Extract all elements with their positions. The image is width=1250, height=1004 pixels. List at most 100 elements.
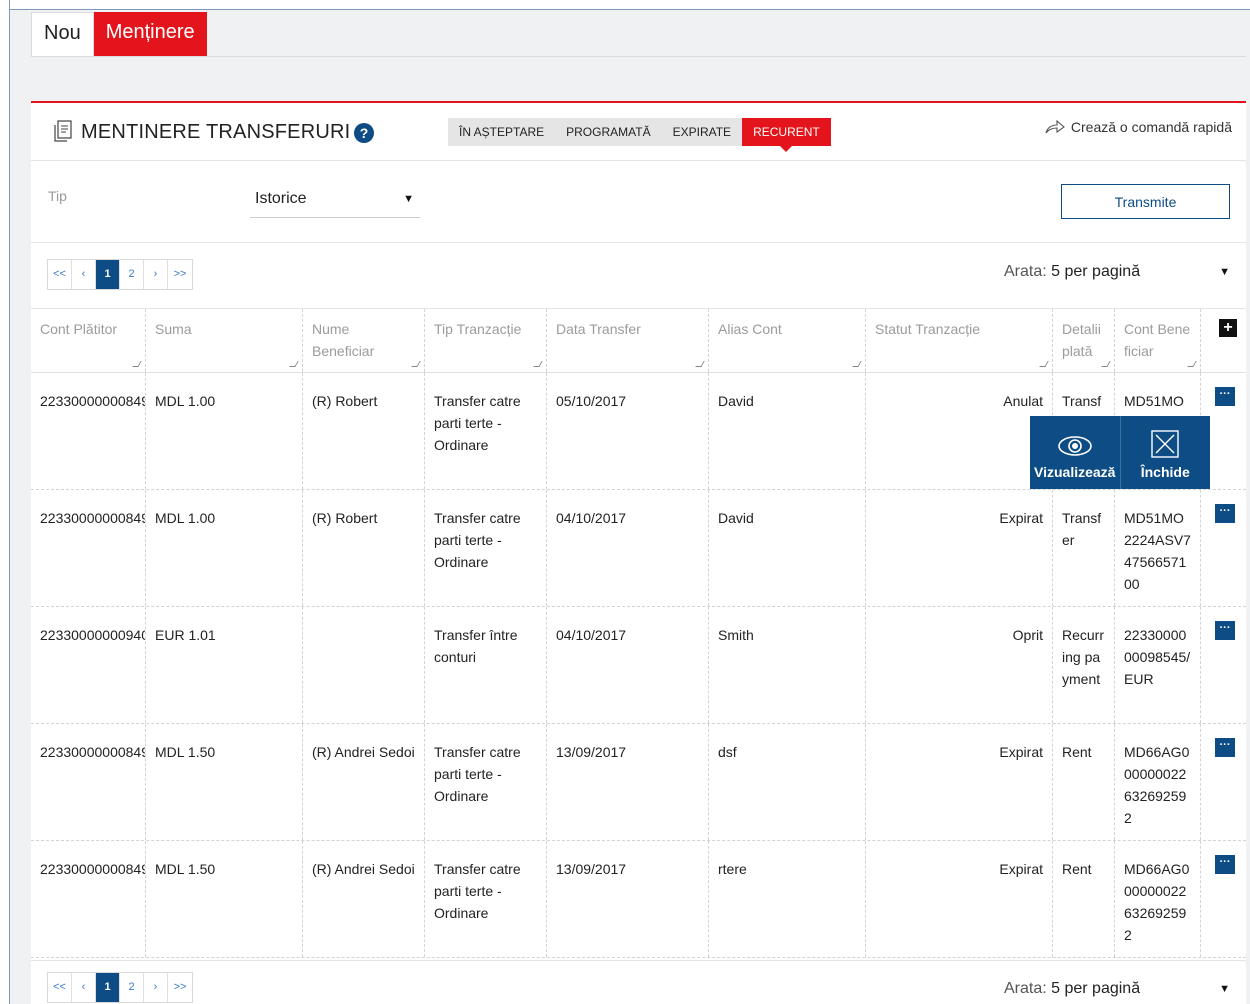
page-2-button[interactable]: 2 <box>120 973 144 1002</box>
page-1-button[interactable]: 1 <box>96 260 120 289</box>
beneficiary-account-cell: 2233000000098545/EUR <box>1115 607 1201 723</box>
submit-button[interactable]: Transmite <box>1061 184 1230 219</box>
table-header: Cont Plătitor Suma Nume Beneficiar Tip T… <box>31 309 1246 373</box>
beneficiary-account-cell: MD66AG000000022632692592 <box>1115 841 1201 957</box>
eye-icon <box>1057 436 1092 456</box>
amount-cell: MDL 1.00 <box>146 373 303 489</box>
actions-cell: ··· <box>1201 607 1246 723</box>
page-size-value: 5 per pagină <box>1051 980 1141 997</box>
view-label: Vizualizează <box>1034 464 1116 480</box>
date-cell: 13/09/2017 <box>547 724 709 840</box>
caret-down-icon: ▼ <box>403 193 414 205</box>
quick-command-link[interactable]: Crează o comandă rapidă <box>1045 119 1232 135</box>
type-select-value: Istorice <box>255 190 307 207</box>
panel-header: MENTINERE TRANSFERURI ? ÎN AȘTEPTARE PRO… <box>31 103 1246 161</box>
page-size-select[interactable]: Arata: 5 per pagină ▼ <box>1004 980 1230 998</box>
document-icon <box>54 120 72 142</box>
add-column-button[interactable]: + <box>1219 319 1237 337</box>
view-button[interactable]: Vizualizează <box>1030 416 1120 489</box>
column-header-beneficiary-name[interactable]: Nume Beneficiar <box>303 309 425 372</box>
transaction-type-cell: Transfer catre parti terte - Ordinare <box>425 841 547 957</box>
type-select[interactable]: Istorice ▼ <box>250 187 420 218</box>
beneficiary-account-cell: MD66AG000000022632692592 <box>1115 724 1201 840</box>
page-size-label: Arata: <box>1004 263 1047 280</box>
column-header-account-alias[interactable]: Alias Cont <box>709 309 866 372</box>
column-header-transaction-type[interactable]: Tip Tranzacție <box>425 309 547 372</box>
alias-cell: David <box>709 490 866 606</box>
beneficiary-cell: (R) Andrei Sedoi <box>303 724 425 840</box>
tab-in-asteptare[interactable]: ÎN AȘTEPTARE <box>448 118 556 146</box>
page-size-label: Arata: <box>1004 980 1047 997</box>
payer-account-cell: 2233000000084991/MDL <box>31 841 146 957</box>
table-row[interactable]: 2233000000084991/MDL MDL 1.50 (R) Andrei… <box>31 724 1246 841</box>
prev-page-button[interactable]: ‹ <box>72 260 96 289</box>
table-row[interactable]: 2233000000084991/MDL MDL 1.00 (R) Robert… <box>31 490 1246 607</box>
status-tabs: ÎN AȘTEPTARE PROGRAMATĂ EXPIRATE RECUREN… <box>448 118 831 152</box>
prev-page-button[interactable]: ‹ <box>72 973 96 1002</box>
column-header-beneficiary-account[interactable]: Cont Beneficiar <box>1115 309 1201 372</box>
row-menu-button[interactable]: ··· <box>1215 387 1235 406</box>
tab-nou[interactable]: Nou <box>31 12 94 56</box>
row-menu-button[interactable]: ··· <box>1215 621 1235 640</box>
table-row[interactable]: 2233000000084991/MDL MDL 1.50 (R) Andrei… <box>31 841 1246 958</box>
beneficiary-cell: (R) Robert <box>303 373 425 489</box>
details-cell: Rent <box>1053 724 1115 840</box>
payer-account-cell: 2233000000084991/MDL <box>31 373 146 489</box>
date-cell: 04/10/2017 <box>547 490 709 606</box>
tab-recurent[interactable]: RECURENT <box>742 118 831 152</box>
tab-programata[interactable]: PROGRAMATĂ <box>555 118 662 146</box>
tab-expirate[interactable]: EXPIRATE <box>661 118 743 146</box>
row-menu-button[interactable]: ··· <box>1215 738 1235 757</box>
page-size-select[interactable]: Arata: 5 per pagină ▼ <box>1004 263 1230 281</box>
tab-mentinere[interactable]: Menținere <box>93 12 207 56</box>
help-icon[interactable]: ? <box>354 123 374 143</box>
page-title: MENTINERE TRANSFERURI <box>81 121 351 143</box>
window-top-edge <box>0 0 1250 10</box>
page-1-button[interactable]: 1 <box>96 973 120 1002</box>
column-header-transaction-status[interactable]: Statut Tranzacție <box>866 309 1053 372</box>
details-cell: Rent <box>1053 841 1115 957</box>
amount-cell: MDL 1.50 <box>146 841 303 957</box>
amount-cell: EUR 1.01 <box>146 607 303 723</box>
pagination-bottom: << ‹ 1 2 › >> Arata: 5 per pagină ▼ <box>31 960 1246 1004</box>
column-header-payment-details[interactable]: Detalii plată <box>1053 309 1115 372</box>
status-cell: Anulat <box>866 373 1053 489</box>
column-header-transfer-date[interactable]: Data Transfer <box>547 309 709 372</box>
tabs-divider <box>31 56 1246 57</box>
caret-down-icon: ▼ <box>1219 983 1230 995</box>
first-page-button[interactable]: << <box>48 260 72 289</box>
pager: << ‹ 1 2 › >> <box>47 259 193 290</box>
transfers-table: Cont Plătitor Suma Nume Beneficiar Tip T… <box>31 309 1246 958</box>
beneficiary-cell: (R) Andrei Sedoi <box>303 841 425 957</box>
beneficiary-account-cell: MD51MO2224ASV74756657100 <box>1115 490 1201 606</box>
actions-cell: ··· <box>1201 490 1246 606</box>
close-button[interactable]: Închide <box>1119 416 1211 489</box>
page-size-value: 5 per pagină <box>1051 263 1141 280</box>
transaction-type-cell: Transfer între conturi <box>425 607 547 723</box>
transaction-type-cell: Transfer catre parti terte - Ordinare <box>425 724 547 840</box>
column-header-payer-account[interactable]: Cont Plătitor <box>31 309 146 372</box>
type-label: Tip <box>48 188 67 204</box>
status-cell: Expirat <box>866 841 1053 957</box>
filter-row: Tip Istorice ▼ Transmite <box>31 161 1246 243</box>
caret-down-icon: ▼ <box>1219 266 1230 278</box>
next-page-button[interactable]: › <box>144 973 168 1002</box>
beneficiary-cell: (R) Robert <box>303 490 425 606</box>
amount-cell: MDL 1.50 <box>146 724 303 840</box>
window-left-edge <box>0 0 10 1004</box>
date-cell: 13/09/2017 <box>547 841 709 957</box>
next-page-button[interactable]: › <box>144 260 168 289</box>
row-menu-button[interactable]: ··· <box>1215 504 1235 523</box>
row-menu-button[interactable]: ··· <box>1215 855 1235 874</box>
page-2-button[interactable]: 2 <box>120 260 144 289</box>
first-page-button[interactable]: << <box>48 973 72 1002</box>
actions-cell: ··· <box>1201 841 1246 957</box>
transaction-type-cell: Transfer catre parti terte - Ordinare <box>425 373 547 489</box>
last-page-button[interactable]: >> <box>168 260 192 289</box>
main-tabs: Nou Menținere <box>31 12 207 56</box>
table-row[interactable]: 2233000000094046/EUR EUR 1.01 Transfer î… <box>31 607 1246 724</box>
last-page-button[interactable]: >> <box>168 973 192 1002</box>
column-header-amount[interactable]: Suma <box>146 309 303 372</box>
close-label: Închide <box>1140 464 1190 480</box>
alias-cell: David <box>709 373 866 489</box>
